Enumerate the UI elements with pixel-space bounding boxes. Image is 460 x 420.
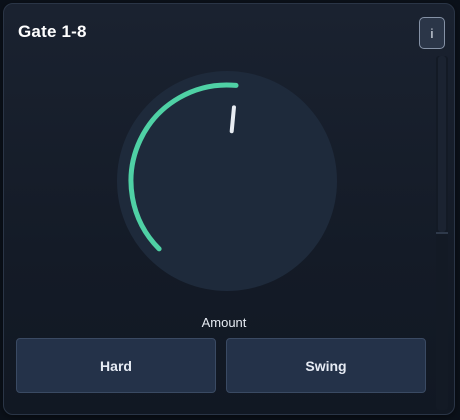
panel-title: Gate 1-8	[18, 22, 87, 41]
swing-button[interactable]: Swing	[226, 338, 426, 393]
scrollbar-thumb[interactable]	[438, 56, 446, 232]
knob-pointer	[229, 105, 236, 134]
knob-body	[117, 71, 337, 291]
scrollbar-divider	[436, 232, 448, 234]
gate-panel: Gate 1-8 i Amount Hard Swing	[3, 3, 455, 415]
amount-knob[interactable]	[107, 61, 347, 301]
knob-label: Amount	[201, 315, 247, 330]
info-button[interactable]: i	[419, 17, 445, 49]
scrollbar-track[interactable]	[436, 56, 448, 410]
hard-button[interactable]: Hard	[16, 338, 216, 393]
